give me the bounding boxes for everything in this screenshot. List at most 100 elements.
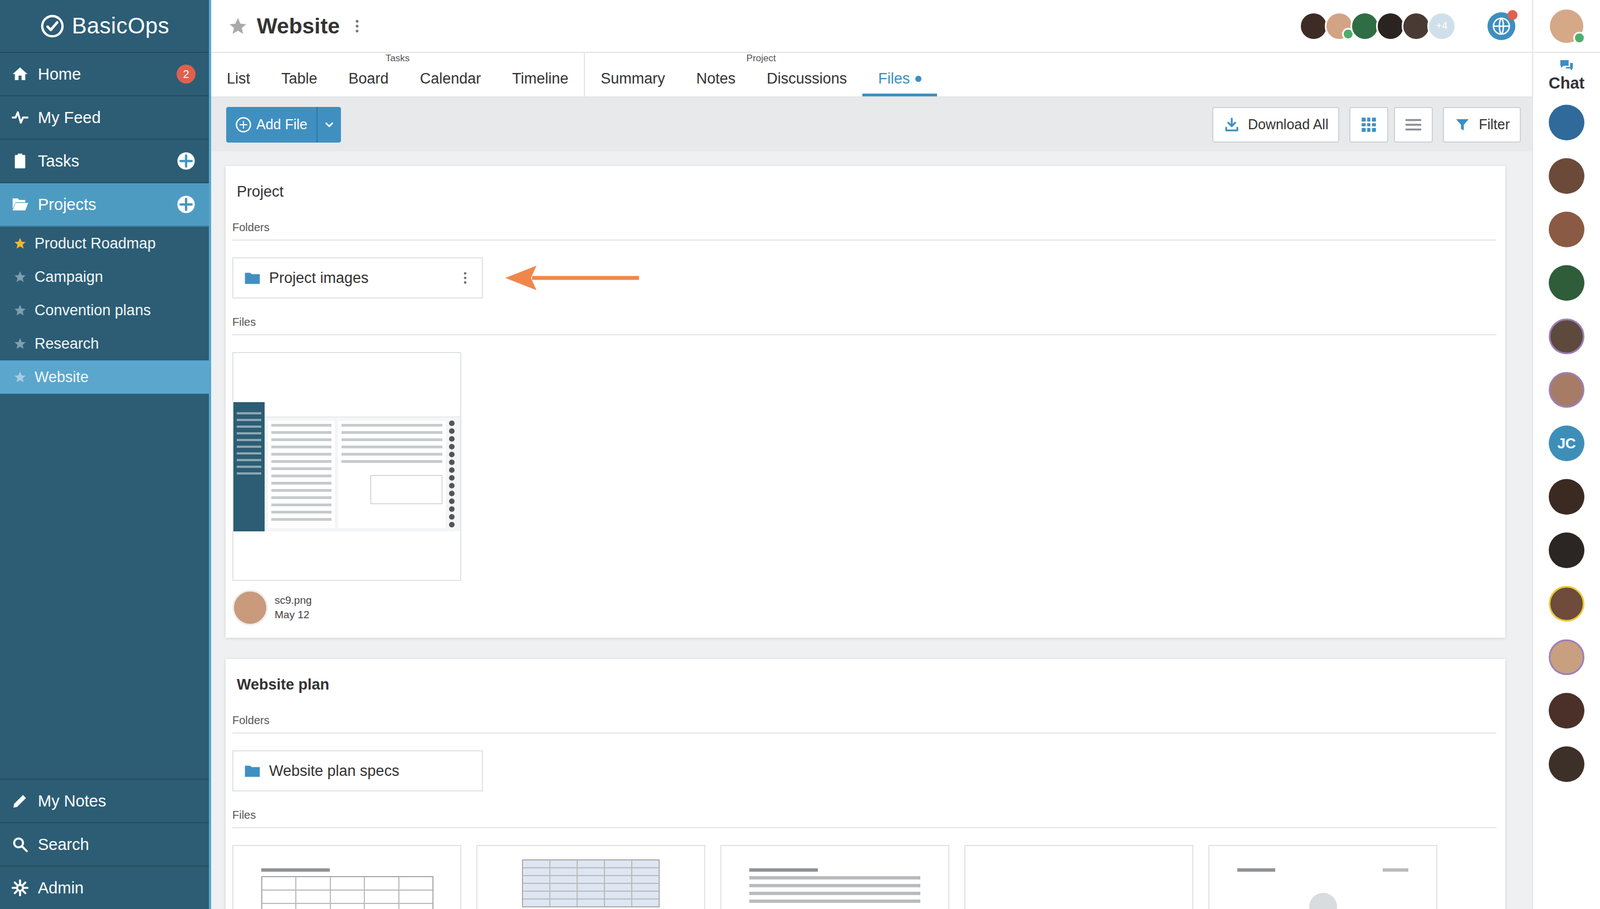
table-cell	[522, 899, 550, 907]
star-icon[interactable]	[13, 337, 27, 351]
star-icon[interactable]	[13, 370, 27, 384]
view-button[interactable]	[1349, 106, 1389, 143]
file-thumbnail[interactable]	[964, 845, 1194, 909]
add-file-dropdown[interactable]	[316, 106, 341, 143]
project-item[interactable]: Campaign	[0, 260, 209, 294]
tab[interactable]: Notes	[680, 64, 752, 97]
project-item[interactable]: Convention plans	[0, 293, 209, 328]
add-file-button[interactable]: Add File	[226, 106, 341, 143]
shot-row	[271, 423, 332, 427]
sidebar-item[interactable]: Home2	[0, 52, 209, 97]
star-icon[interactable]	[13, 236, 27, 251]
person-avatar[interactable]	[1548, 158, 1585, 194]
file-thumbnail[interactable]	[1208, 845, 1438, 909]
notifications-button[interactable]	[1487, 12, 1516, 41]
project-item[interactable]: Product Roadmap	[0, 226, 209, 261]
person-avatar[interactable]	[1548, 211, 1585, 248]
person-avatar[interactable]: JC	[1548, 425, 1585, 462]
file-thumbnail[interactable]	[476, 845, 706, 909]
folder-tile[interactable]: Project images	[232, 257, 484, 299]
person-avatar[interactable]	[1548, 746, 1585, 783]
chat-button[interactable]: Chat	[1548, 57, 1585, 93]
tab[interactable]: List	[211, 64, 266, 97]
file-item[interactable]	[476, 845, 706, 909]
member-avatar[interactable]	[1376, 11, 1406, 41]
file-thumbnail[interactable]	[232, 845, 462, 909]
person-avatar[interactable]	[1548, 639, 1585, 676]
tab-group: TasksListTableBoardCalendarTimeline	[211, 52, 584, 97]
user-avatar[interactable]	[1549, 9, 1584, 43]
sidebar-item[interactable]: My Feed	[0, 96, 209, 140]
plus-circle-icon[interactable]	[176, 194, 196, 214]
tab-label: Table	[281, 70, 318, 88]
file-item[interactable]: sc9.pngMay 12	[232, 352, 462, 626]
folder-name: Website plan specs	[269, 762, 473, 780]
add-file-main[interactable]: Add File	[226, 106, 317, 143]
toolbar: Add File Download All Filter	[211, 97, 1533, 152]
project-item[interactable]: Website	[0, 360, 209, 394]
table-cell	[631, 883, 660, 892]
person-avatar[interactable]	[1548, 479, 1585, 515]
member-avatar[interactable]	[1350, 11, 1380, 41]
more-icon[interactable]	[457, 270, 473, 286]
person-avatar[interactable]	[1548, 104, 1585, 141]
person-avatar[interactable]	[1548, 372, 1585, 408]
download-all-label: Download All	[1247, 116, 1329, 133]
tab-bar: TasksListTableBoardCalendarTimelineProje…	[211, 52, 1533, 98]
project-item[interactable]: Research	[0, 327, 209, 361]
plus-circle-icon[interactable]	[176, 151, 196, 171]
tab[interactable]: Discussions	[750, 64, 863, 97]
tab-label: Timeline	[511, 70, 569, 88]
shot-avatars	[449, 420, 457, 529]
logo[interactable]: BasicOps	[0, 0, 209, 53]
member-avatar[interactable]	[1299, 11, 1329, 41]
person-avatar[interactable]	[1548, 318, 1585, 355]
sidebar-item[interactable]: Search	[0, 822, 209, 866]
tab[interactable]: Calendar	[404, 64, 497, 97]
table-cell	[295, 903, 330, 909]
shot-line	[236, 465, 262, 468]
view-button[interactable]	[1393, 106, 1433, 143]
sidebar-item[interactable]: Admin	[0, 865, 209, 909]
sidebar-label: My Notes	[37, 792, 196, 811]
star-icon[interactable]	[227, 16, 248, 37]
more-icon[interactable]	[348, 17, 366, 35]
shot-line	[236, 472, 262, 475]
person-avatar[interactable]	[1548, 265, 1585, 301]
home-icon	[11, 65, 29, 84]
more-members[interactable]: +4	[1427, 11, 1457, 41]
filter-button[interactable]: Filter	[1442, 106, 1521, 143]
tab[interactable]: Files	[862, 64, 938, 97]
sidebar-item[interactable]: My Notes	[0, 778, 209, 823]
tab[interactable]: Table	[265, 64, 334, 97]
file-thumbnail[interactable]	[232, 352, 462, 582]
file-item[interactable]	[720, 845, 950, 909]
project-label: Convention plans	[34, 301, 151, 320]
shot-row	[271, 438, 332, 442]
member-avatar[interactable]	[1401, 11, 1431, 41]
folder-tile[interactable]: Website plan specs	[232, 750, 484, 792]
table-cell	[577, 875, 605, 884]
file-item[interactable]	[1208, 845, 1438, 909]
star-icon[interactable]	[13, 303, 27, 317]
file-thumbnail[interactable]	[720, 845, 950, 909]
sidebar-item[interactable]: Projects	[0, 183, 209, 227]
file-item[interactable]	[232, 845, 462, 909]
add-file-label: Add File	[256, 116, 308, 133]
table-cell	[549, 899, 578, 907]
person-avatar[interactable]	[1548, 532, 1585, 569]
person-avatar[interactable]	[1548, 693, 1585, 729]
shot-column	[267, 420, 335, 529]
sidebar-item[interactable]: Tasks	[0, 139, 209, 184]
tab[interactable]: Board	[333, 64, 405, 97]
blank-preview	[965, 846, 1193, 909]
owner-avatar[interactable]	[232, 589, 268, 626]
member-avatar[interactable]	[1324, 11, 1354, 41]
person-avatar[interactable]	[1548, 586, 1585, 622]
pointer-arrow-icon	[505, 265, 639, 291]
star-icon[interactable]	[13, 270, 27, 284]
tab[interactable]: Timeline	[496, 64, 584, 97]
download-all-button[interactable]: Download All	[1212, 106, 1340, 143]
file-item[interactable]	[964, 845, 1194, 909]
tab[interactable]: Summary	[584, 64, 681, 97]
